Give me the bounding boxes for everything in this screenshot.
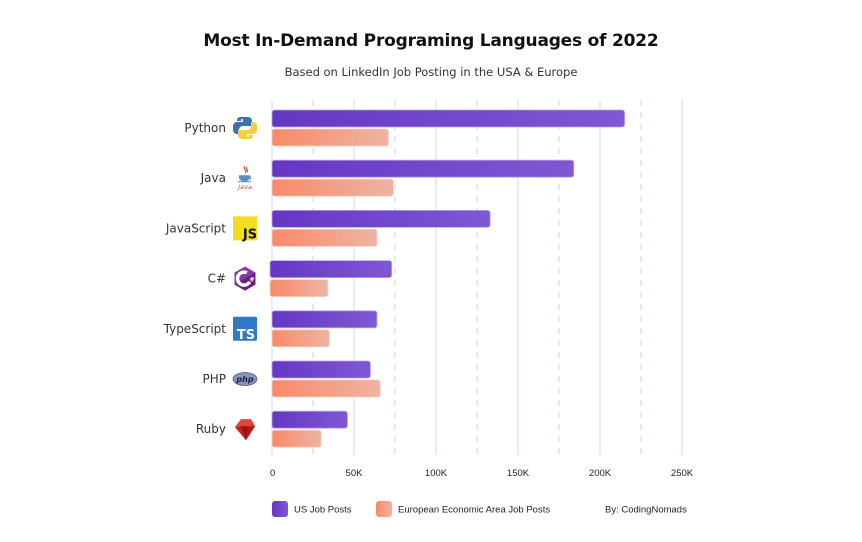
category-label: Python (184, 121, 226, 135)
python-logo-icon (233, 117, 257, 139)
legend-label-eu: European Economic Area Job Posts (398, 505, 550, 516)
category-label: PHP (203, 372, 227, 386)
bar-eea-job-posts-php (271, 379, 381, 398)
bar-chart: PythonJavaJavaScriptC#TypeScriptPHPRuby … (163, 100, 694, 517)
bar-eea-job-posts-javascript (271, 228, 378, 247)
bars (269, 109, 626, 448)
bar-us-job-posts-csharp (269, 260, 393, 279)
svg-text:TS: TS (237, 328, 255, 343)
bar-us-job-posts-java (271, 159, 575, 178)
bar-us-job-posts-ruby (271, 410, 348, 429)
java-logo-icon: Java (236, 165, 252, 191)
credit-annotation: By: CodingNomads (605, 505, 687, 516)
bar-eea-job-posts-ruby (271, 429, 322, 448)
svg-text:php: php (235, 375, 253, 384)
javascript-logo-icon: JS (233, 216, 257, 242)
x-tick-label: 100K (425, 468, 448, 479)
svg-text:JS: JS (242, 227, 257, 242)
typescript-logo-icon: TS (233, 316, 257, 343)
legend-swatch-us (272, 501, 288, 517)
svg-text:Java: Java (236, 183, 252, 191)
category-label: Ruby (196, 422, 226, 436)
legend-swatch-eu (376, 501, 392, 517)
x-axis-tick-labels: 0 50K 100K 150K 200K 250K (270, 468, 694, 479)
legend: US Job Posts European Economic Area Job … (272, 501, 687, 517)
bar-eea-job-posts-python (271, 128, 389, 147)
csharp-logo-icon: # (234, 266, 256, 291)
category-label: C# (208, 272, 226, 286)
bar-us-job-posts-python (271, 109, 626, 128)
x-tick-label: 0 (270, 468, 275, 479)
category-label: TypeScript (163, 322, 227, 336)
category-label: Java (200, 171, 226, 185)
bar-eea-job-posts-java (271, 178, 394, 197)
category-label: JavaScript (165, 221, 226, 235)
bar-eea-job-posts-csharp (269, 279, 329, 298)
x-tick-label: 250K (671, 468, 694, 479)
bar-us-job-posts-php (271, 360, 371, 379)
bar-us-job-posts-typescript (271, 310, 378, 329)
x-tick-label: 50K (346, 468, 364, 479)
x-tick-label: 200K (589, 468, 612, 479)
php-logo-icon: php (232, 372, 258, 386)
svg-text:#: # (249, 277, 254, 284)
ruby-logo-icon (235, 419, 255, 441)
legend-label-us: US Job Posts (294, 505, 352, 516)
x-tick-label: 150K (507, 468, 530, 479)
category-labels: Python Java JavaScript C# TypeScript PHP Ruby (163, 121, 227, 436)
bar-eea-job-posts-typescript (271, 329, 330, 348)
bar-us-job-posts-javascript (271, 209, 491, 228)
category-icons: Java JS # TS php (232, 117, 258, 441)
